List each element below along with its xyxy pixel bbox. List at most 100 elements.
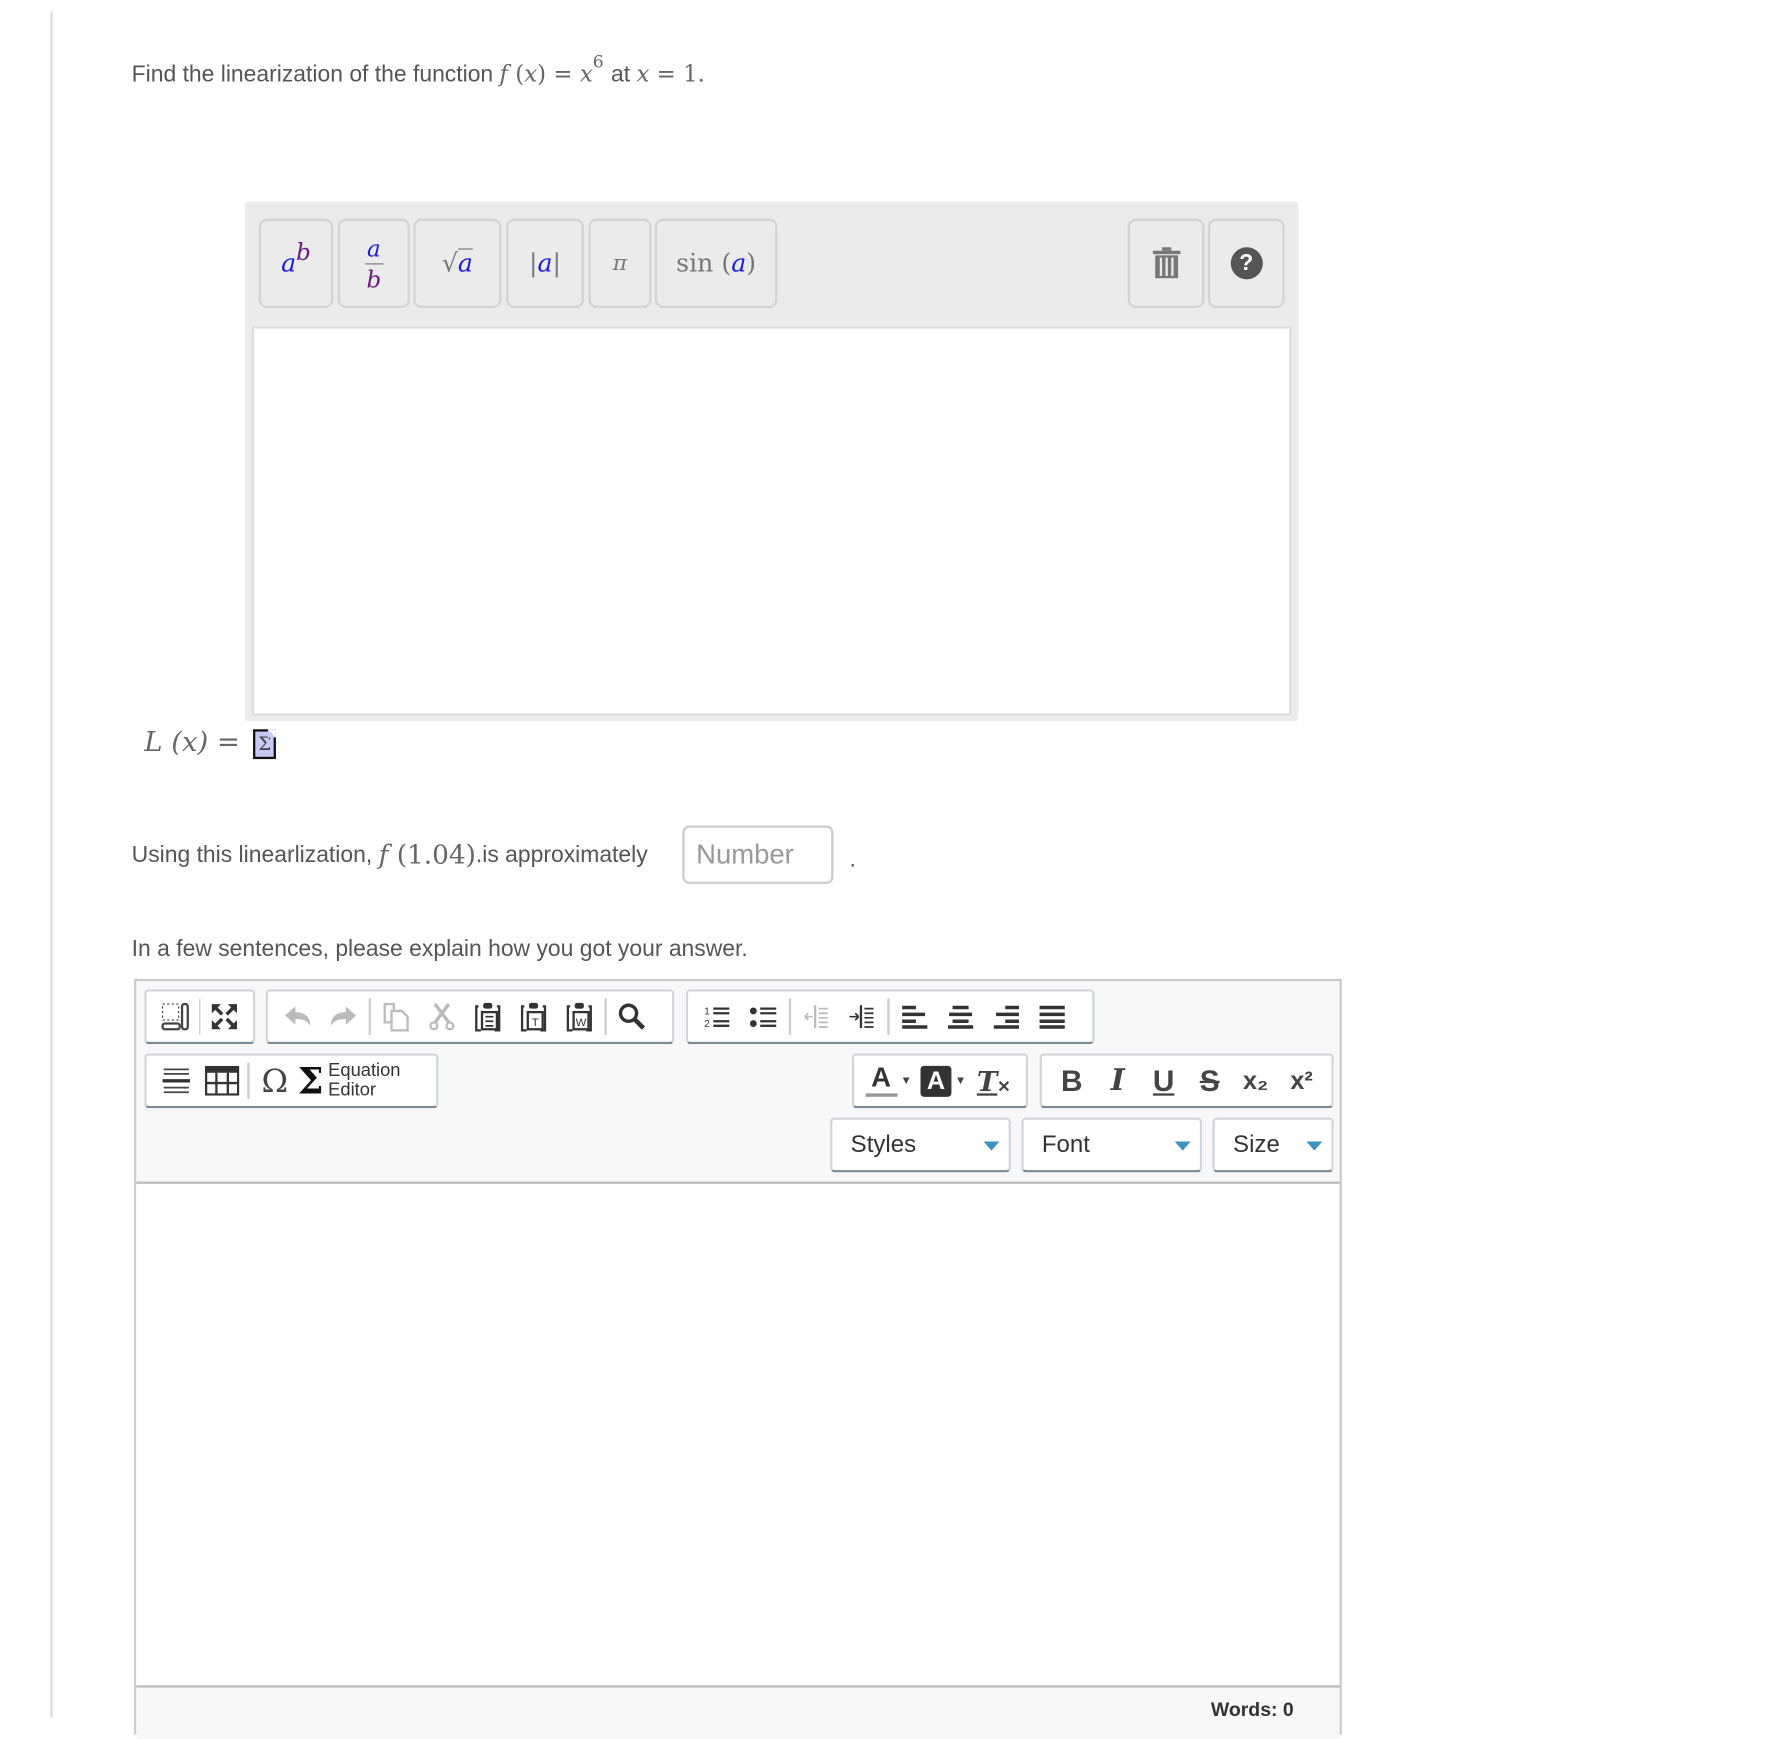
approx-suffix: .is approximately <box>475 842 648 868</box>
sin-fn: sin ( <box>676 249 732 278</box>
page-left-border <box>50 11 53 1718</box>
strikethrough-button[interactable]: S <box>1187 1058 1233 1104</box>
justify-icon[interactable] <box>1029 994 1075 1040</box>
indent-icon[interactable] <box>839 994 885 1040</box>
question-prefix: Find the linearization of the function <box>131 61 494 88</box>
sin-button[interactable]: sin (a) <box>654 218 778 308</box>
align-center-icon[interactable] <box>938 994 984 1040</box>
approx-expression: f (1.04) <box>378 840 476 871</box>
svg-text:W: W <box>576 1017 587 1029</box>
sigma-icon: Σ <box>297 1059 324 1103</box>
power-exponent: b <box>296 238 311 266</box>
remove-format-button[interactable]: T ✕ <box>971 1058 1017 1104</box>
size-dropdown-label: Size <box>1233 1131 1280 1158</box>
special-char-omega-icon[interactable]: Ω <box>252 1058 298 1104</box>
fraction-numerator: a <box>366 234 381 262</box>
svg-text:1: 1 <box>704 1006 710 1017</box>
word-count: Words: 0 <box>1210 1699 1294 1721</box>
chevron-down-icon: ▼ <box>954 1074 967 1088</box>
bg-color-button[interactable]: A ▼ <box>916 1058 971 1104</box>
equation-editor-button[interactable]: Σ Equation Editor <box>298 1059 401 1103</box>
pi-glyph: π <box>612 250 628 276</box>
function-exponent: 6 <box>592 51 604 73</box>
font-dropdown[interactable]: Font <box>1021 1117 1203 1173</box>
sqrt-button[interactable]: √ a <box>413 218 502 308</box>
approx-number-input[interactable] <box>682 825 834 884</box>
math-input-area[interactable] <box>251 326 1292 716</box>
paste-icon[interactable] <box>465 994 511 1040</box>
align-right-icon[interactable] <box>983 994 1029 1040</box>
outdent-icon[interactable] <box>793 994 839 1040</box>
question-at: at <box>610 61 631 88</box>
power-button[interactable]: ab <box>258 218 334 308</box>
toolbar-separator <box>247 1062 250 1100</box>
toolbar-group-paragraph: 12 <box>685 989 1095 1045</box>
abs-button[interactable]: | a | <box>506 218 584 308</box>
paste-text-icon[interactable]: T <box>511 994 557 1040</box>
numbered-list-icon[interactable]: 12 <box>695 994 741 1040</box>
remove-format-icon: T <box>976 1064 998 1098</box>
remove-format-x: ✕ <box>997 1076 1011 1096</box>
bg-color-icon: A <box>920 1065 952 1097</box>
toolbar-separator <box>198 998 201 1035</box>
help-button[interactable]: ? <box>1207 218 1285 308</box>
align-left-icon[interactable] <box>892 994 938 1040</box>
math-editor: ab a b √ a | a | π sin (a) ? <box>245 201 1299 722</box>
copy-icon[interactable] <box>373 994 419 1040</box>
equation-sigma-icon[interactable]: Σ <box>253 728 277 759</box>
styles-dropdown[interactable]: Styles <box>830 1117 1011 1173</box>
power-base: a <box>281 249 297 278</box>
toolbar-separator <box>788 998 792 1035</box>
equation-editor-label: Equation Editor <box>328 1061 400 1100</box>
size-dropdown[interactable]: Size <box>1212 1117 1334 1173</box>
redo-icon[interactable] <box>321 994 367 1040</box>
answer-label: L (x) = Σ <box>144 726 277 759</box>
fraction-button[interactable]: a b <box>337 218 410 308</box>
toolbar-separator <box>887 998 890 1035</box>
cut-icon[interactable] <box>419 994 465 1040</box>
point-expression: x = 1. <box>636 59 705 88</box>
sin-close: ) <box>746 249 757 278</box>
toolbar-group-tools <box>144 989 256 1045</box>
toolbar-separator <box>368 998 371 1035</box>
show-blocks-icon[interactable] <box>153 994 196 1040</box>
italic-button[interactable]: I <box>1095 1058 1141 1104</box>
subscript-button[interactable]: x₂ <box>1233 1058 1279 1104</box>
horizontal-line-icon[interactable] <box>153 1058 199 1104</box>
superscript-button[interactable]: x² <box>1279 1058 1325 1104</box>
styles-dropdown-label: Styles <box>850 1131 917 1158</box>
toolbar-group-colors: A ▼ A ▼ T ✕ <box>851 1053 1029 1109</box>
chevron-down-icon <box>1174 1141 1191 1151</box>
undo-icon[interactable] <box>275 994 321 1040</box>
text-color-swatch <box>865 1092 898 1097</box>
abs-argument: a <box>537 249 553 278</box>
bulleted-list-icon[interactable] <box>741 994 787 1040</box>
text-color-button[interactable]: A ▼ <box>861 1058 916 1104</box>
function-base: x <box>579 59 593 88</box>
equation-editor-label-line1: Equation <box>328 1061 401 1081</box>
question-circle-icon: ? <box>1230 247 1263 280</box>
clear-button[interactable] <box>1127 218 1205 308</box>
abs-bar-left: | <box>528 249 538 278</box>
approx-prefix: Using this linearlization, <box>131 842 373 868</box>
chevron-down-icon <box>1306 1141 1323 1151</box>
sqrt-argument: a <box>457 248 473 279</box>
toolbar-separator <box>604 998 607 1035</box>
underline-button[interactable]: U <box>1141 1058 1187 1104</box>
trash-icon <box>1151 246 1181 280</box>
chevron-down-icon: ▼ <box>900 1074 912 1088</box>
radical-sign: √ <box>441 249 458 278</box>
approx-sentence: Using this linearlization, f (1.04) .is a… <box>132 840 648 870</box>
svg-text:T: T <box>532 1017 539 1029</box>
find-icon[interactable] <box>609 994 655 1040</box>
rich-text-content-area[interactable] <box>136 1181 1340 1688</box>
toolbar-group-clipboard: T W <box>265 989 675 1045</box>
bold-button[interactable]: B <box>1049 1058 1095 1104</box>
table-icon[interactable] <box>199 1058 245 1104</box>
font-dropdown-label: Font <box>1041 1131 1090 1158</box>
pi-button[interactable]: π <box>588 218 652 308</box>
paste-word-icon[interactable]: W <box>556 994 602 1040</box>
abs-bar-right: | <box>552 249 561 278</box>
maximize-icon[interactable] <box>203 994 246 1040</box>
sin-argument: a <box>731 249 747 278</box>
